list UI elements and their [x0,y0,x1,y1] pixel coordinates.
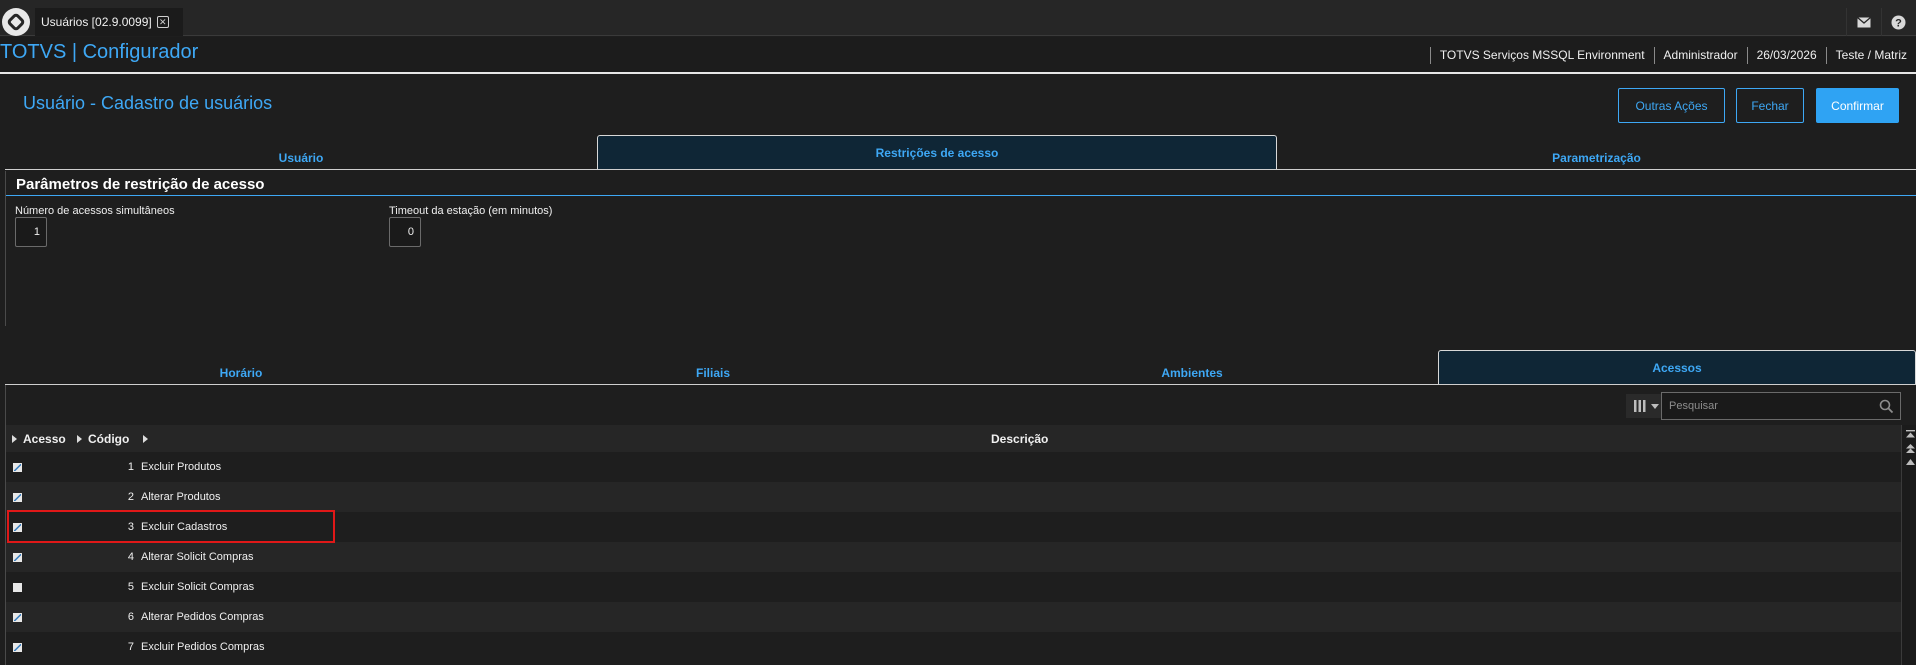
access-grid: Acesso Código Descrição 1 Excluir Produt… [5,385,1916,665]
row-description: Excluir Solicit Compras [141,581,255,593]
current-user: Administrador [1653,47,1747,64]
environment-name: TOTVS Serviços MSSQL Environment [1429,47,1654,64]
simultaneous-access-input[interactable]: 1 [15,217,47,247]
row-code: 4 [127,551,134,563]
grid-header: Acesso Código Descrição [6,425,1901,452]
window-tabbar: Usuários [02.9.0099] ✕ ? [0,0,1916,36]
row-description: Excluir Pedidos Compras [141,641,265,653]
access-restriction-section: Parâmetros de restrição de acesso Número… [5,171,1916,326]
row-code: 3 [127,521,134,533]
scroll-top-icon[interactable] [1902,427,1916,441]
row-description: Alterar Pedidos Compras [141,611,264,623]
svg-text:?: ? [1895,17,1902,29]
mail-icon[interactable] [1846,8,1880,36]
column-header-extra[interactable] [143,434,148,443]
window-tab-title: Usuários [02.9.0099] [41,15,152,29]
row-code: 1 [127,461,134,473]
access-checkbox[interactable] [13,582,22,592]
row-code: 6 [127,611,134,623]
environment-info: TOTVS Serviços MSSQL Environment Adminis… [1429,47,1916,64]
close-button[interactable]: Fechar [1736,88,1804,123]
row-description: Excluir Cadastros [141,521,228,533]
close-icon[interactable]: ✕ [156,16,169,28]
search-box[interactable] [1661,392,1901,420]
grid-body: 1 Excluir Produtos 2 Alterar Produtos 3 … [6,452,1901,662]
tab-filiais[interactable]: Filiais [477,350,949,384]
tab-ambientes[interactable]: Ambientes [949,350,1435,384]
row-description: Excluir Produtos [141,461,222,473]
search-icon[interactable] [1879,399,1894,414]
main-tabs: Usuário Restrições de acesso Parametriza… [5,135,1916,170]
tab-acessos[interactable]: Acessos [1438,350,1916,384]
sort-arrow-icon [12,434,17,443]
column-toggle-button[interactable] [1626,394,1666,418]
row-code: 2 [127,491,134,503]
access-checkbox[interactable] [13,642,22,652]
section-title: Parâmetros de restrição de acesso [16,176,265,193]
app-bar: TOTVS | Configurador TOTVS Serviços MSSQ… [0,37,1916,74]
table-row[interactable]: 6 Alterar Pedidos Compras [6,602,1901,632]
access-checkbox[interactable] [13,492,22,502]
row-code: 5 [127,581,134,593]
page-title: Usuário - Cadastro de usuários [23,93,273,113]
grid-scrollbar[interactable] [1901,425,1916,665]
column-header-description[interactable]: Descrição [991,432,1048,446]
table-row[interactable]: 3 Excluir Cadastros [6,512,1901,542]
current-date: 26/03/2026 [1746,47,1826,64]
tab-parametrizacao[interactable]: Parametrização [1277,135,1916,169]
column-header-access[interactable]: Acesso [12,432,66,446]
tab-restricoes-de-acesso[interactable]: Restrições de acesso [597,135,1277,169]
sort-arrow-icon [77,434,82,443]
other-actions-button[interactable]: Outras Ações [1618,88,1725,123]
chevron-down-icon [1651,403,1659,409]
row-code: 7 [127,641,134,653]
grid-toolbar [6,385,1916,425]
help-icon[interactable]: ? [1881,8,1915,36]
access-checkbox[interactable] [13,462,22,472]
station-timeout-label: Timeout da estação (em minutos) [389,205,553,217]
access-checkbox[interactable] [13,552,22,562]
access-checkbox[interactable] [13,522,22,532]
scroll-page-up-icon[interactable] [1902,441,1916,455]
current-company: Teste / Matriz [1825,47,1916,64]
tab-usuario[interactable]: Usuário [5,135,597,169]
table-row[interactable]: 4 Alterar Solicit Compras [6,542,1901,572]
table-row[interactable]: 1 Excluir Produtos [6,452,1901,482]
scroll-up-icon[interactable] [1902,455,1916,469]
station-timeout-input[interactable]: 0 [389,217,421,247]
tab-horario[interactable]: Horário [5,350,477,384]
window-tab-usuarios[interactable]: Usuários [02.9.0099] ✕ [35,8,183,36]
table-row[interactable]: 5 Excluir Solicit Compras [6,572,1901,602]
sort-arrow-icon [143,434,148,443]
sub-tabs: Horário Filiais Ambientes Acessos [5,350,1916,385]
simultaneous-access-label: Número de acessos simultâneos [15,205,175,217]
confirm-button[interactable]: Confirmar [1816,88,1899,123]
columns-icon [1634,400,1646,412]
totvs-logo-icon[interactable] [2,8,30,36]
row-description: Alterar Produtos [141,491,221,503]
row-description: Alterar Solicit Compras [141,551,254,563]
table-row[interactable]: 7 Excluir Pedidos Compras [6,632,1901,662]
search-input[interactable] [1667,399,1867,413]
section-divider [6,195,1916,196]
table-row[interactable]: 2 Alterar Produtos [6,482,1901,512]
app-brand: TOTVS | Configurador [0,41,199,63]
access-checkbox[interactable] [13,612,22,622]
column-header-code[interactable]: Código [77,432,129,446]
